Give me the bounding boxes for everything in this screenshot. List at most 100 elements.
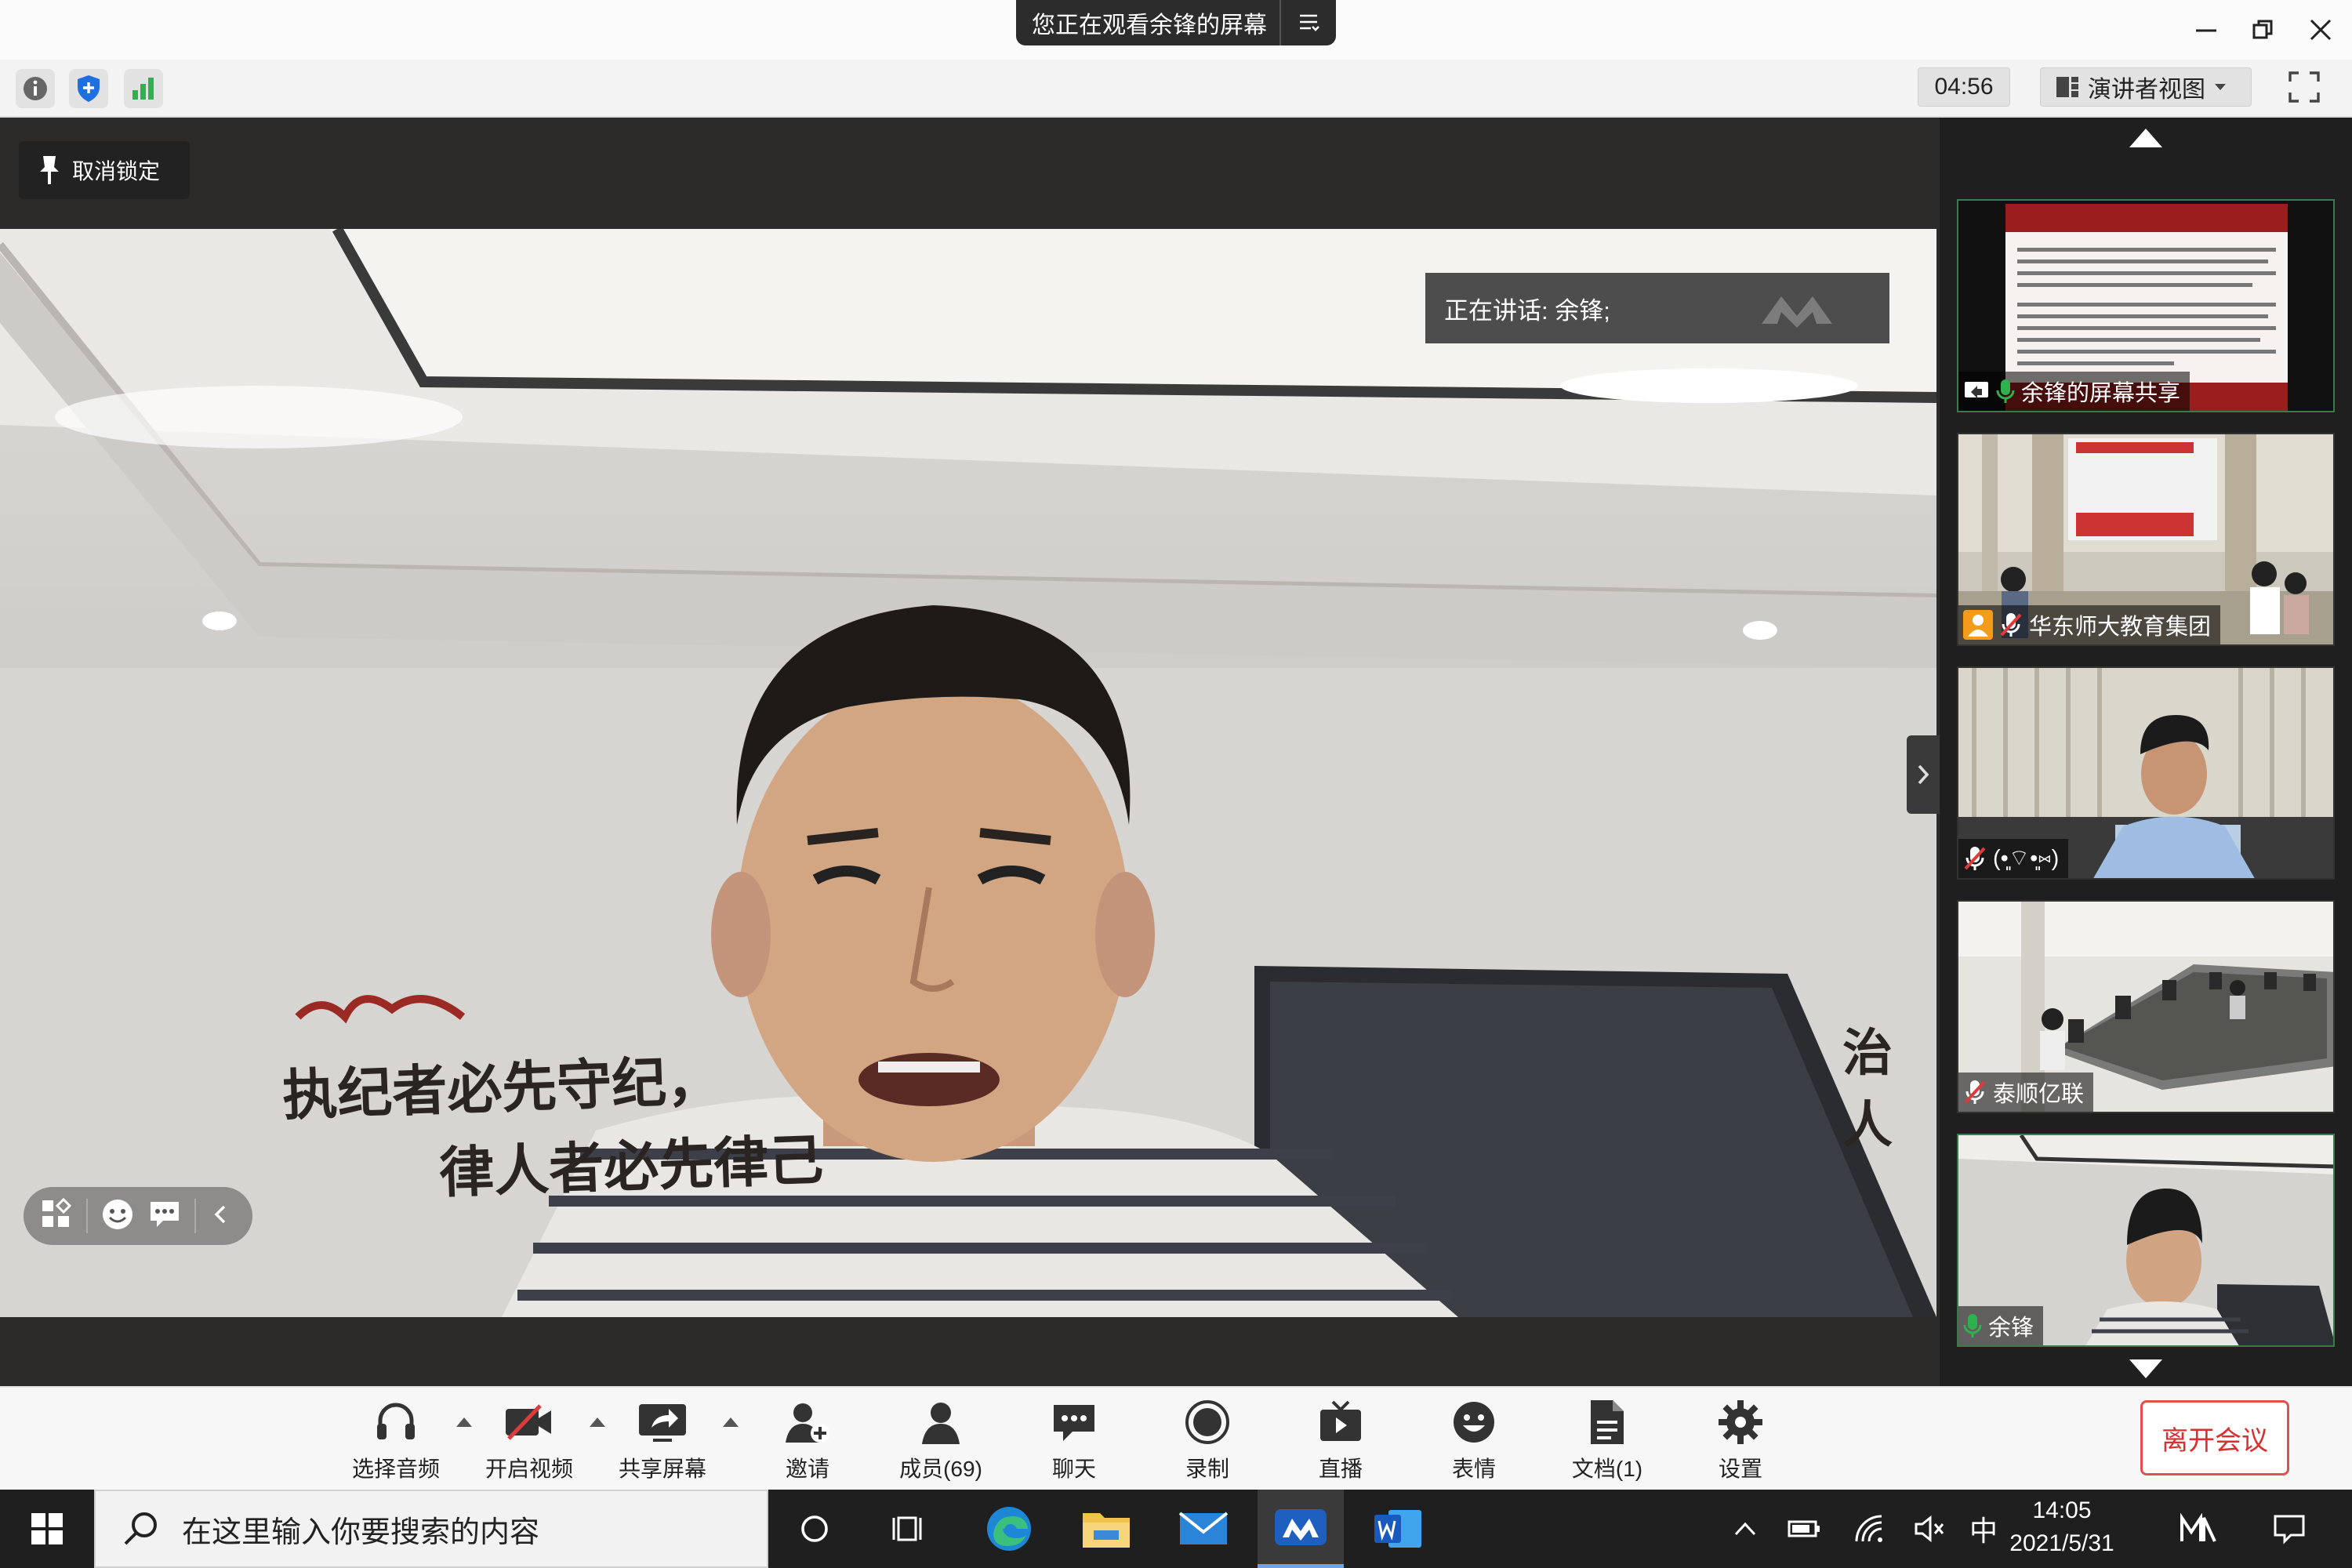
participant-tile[interactable]: 余锋 bbox=[1957, 1134, 2335, 1347]
tile-name: 余锋 bbox=[1988, 1316, 2034, 1341]
tile-name: 余锋的屏幕共享 bbox=[2021, 381, 2181, 406]
reaction-button[interactable] bbox=[100, 1197, 135, 1236]
leave-meeting-button[interactable]: 离开会议 bbox=[2140, 1400, 2289, 1475]
video-button[interactable]: 开启视频 bbox=[470, 1397, 588, 1483]
host-badge-icon bbox=[1963, 610, 1993, 640]
show-hidden-icons-button[interactable] bbox=[1722, 1490, 1769, 1568]
action-center-button[interactable] bbox=[2258, 1490, 2321, 1568]
layout-button[interactable] bbox=[39, 1197, 74, 1236]
audio-button[interactable]: 选择音频 bbox=[337, 1397, 455, 1483]
reactions-button[interactable]: 表情 bbox=[1415, 1397, 1533, 1483]
input-method-indicator[interactable]: 中 bbox=[1962, 1490, 2005, 1568]
participant-tile[interactable]: 泰顺亿联 bbox=[1957, 900, 2335, 1113]
document-icon bbox=[1591, 1400, 1624, 1444]
taskbar-tray-app[interactable] bbox=[2172, 1490, 2227, 1568]
triangle-up-icon bbox=[2129, 129, 2162, 147]
members-button[interactable]: 成员(69) bbox=[882, 1397, 1000, 1483]
taskbar-clock[interactable]: 14:05 2021/5/31 bbox=[2007, 1494, 2117, 1565]
fullscreen-button[interactable] bbox=[2286, 69, 2322, 105]
microphone-on-icon bbox=[1996, 379, 2015, 403]
network-indicator[interactable] bbox=[1847, 1490, 1894, 1568]
chevron-down-icon bbox=[2215, 84, 2226, 90]
scroll-down-button[interactable] bbox=[2126, 1358, 2165, 1381]
clock-date: 2021/5/31 bbox=[2009, 1530, 2114, 1556]
headset-icon bbox=[377, 1403, 415, 1439]
participant-tile-screen-share[interactable]: 余锋的屏幕共享 bbox=[1957, 199, 2335, 412]
live-label: 直播 bbox=[1318, 1457, 1363, 1481]
search-icon bbox=[124, 1512, 157, 1545]
restore-button[interactable] bbox=[2239, 8, 2286, 52]
divider bbox=[194, 1199, 196, 1233]
share-screen-label: 共享屏幕 bbox=[618, 1457, 706, 1481]
settings-button[interactable]: 设置 bbox=[1682, 1397, 1799, 1483]
invite-icon bbox=[786, 1403, 829, 1443]
participant-tile[interactable]: (•͈⌔•͈⑅) bbox=[1957, 666, 2335, 880]
chat-button[interactable]: 聊天 bbox=[1015, 1397, 1133, 1483]
camera-off-icon bbox=[506, 1404, 551, 1440]
task-view-icon bbox=[892, 1516, 922, 1541]
toggle-sidebar-button[interactable] bbox=[1907, 735, 1940, 814]
info-icon bbox=[24, 77, 47, 100]
screen-share-banner[interactable]: 您正在观看余锋的屏幕 bbox=[1016, 0, 1336, 45]
record-icon bbox=[1185, 1400, 1229, 1444]
cortana-icon bbox=[801, 1515, 828, 1542]
start-button[interactable] bbox=[0, 1490, 94, 1568]
windows-logo-icon bbox=[31, 1513, 63, 1544]
task-view-button[interactable] bbox=[866, 1490, 952, 1568]
info-button[interactable] bbox=[16, 69, 55, 108]
taskbar-word[interactable] bbox=[1355, 1490, 1441, 1568]
security-button[interactable] bbox=[69, 69, 108, 108]
live-stream-button[interactable]: 直播 bbox=[1282, 1397, 1399, 1483]
taskbar-edge[interactable] bbox=[966, 1490, 1052, 1568]
taskbar-meeting-app[interactable] bbox=[1258, 1490, 1344, 1568]
record-button[interactable]: 录制 bbox=[1149, 1397, 1266, 1483]
share-screen-button[interactable]: 共享屏幕 bbox=[604, 1397, 721, 1483]
scroll-up-button[interactable] bbox=[2126, 125, 2165, 149]
taskbar-search-box[interactable]: 在这里输入你要搜索的内容 bbox=[94, 1490, 768, 1568]
taskbar-file-explorer[interactable] bbox=[1063, 1490, 1149, 1568]
active-speaker-video: 执纪者必先守纪， 律人者必先律己 治人 bbox=[0, 229, 1936, 1317]
unpin-label: 取消锁定 bbox=[72, 159, 161, 183]
battery-indicator[interactable] bbox=[1781, 1490, 1828, 1568]
documents-button[interactable]: 文档(1) bbox=[1548, 1397, 1666, 1483]
danmaku-button[interactable] bbox=[147, 1197, 182, 1236]
battery-icon bbox=[1788, 1520, 1820, 1537]
microphone-muted-icon bbox=[1964, 847, 1986, 870]
tile-label-bar: 华东师大教育集团 bbox=[1958, 605, 2221, 644]
view-selector[interactable]: 演讲者视图 bbox=[2040, 67, 2252, 107]
close-button[interactable] bbox=[2297, 8, 2344, 52]
volume-indicator[interactable] bbox=[1907, 1490, 1954, 1568]
cortana-button[interactable] bbox=[771, 1490, 858, 1568]
network-status-button[interactable] bbox=[124, 69, 163, 108]
members-icon bbox=[922, 1403, 960, 1444]
reaction-toolbar bbox=[24, 1187, 252, 1245]
taskbar-mail[interactable] bbox=[1160, 1490, 1247, 1568]
chat-bubble-icon bbox=[151, 1201, 179, 1227]
participant-tile[interactable]: 华东师大教育集团 bbox=[1957, 433, 2335, 646]
divider bbox=[86, 1199, 88, 1233]
collapse-toolbar-button[interactable] bbox=[209, 1197, 232, 1236]
share-options-button[interactable] bbox=[721, 1416, 740, 1432]
chevron-up-icon bbox=[1734, 1522, 1756, 1536]
tile-name: 泰顺亿联 bbox=[1993, 1082, 2085, 1107]
share-menu-icon[interactable] bbox=[1279, 0, 1336, 45]
emoji-icon bbox=[103, 1199, 132, 1229]
speaking-indicator: 正在讲话: 余锋; bbox=[1425, 273, 1889, 343]
emoji-icon bbox=[1454, 1402, 1494, 1443]
wall-slogan-right: 治人 bbox=[1842, 1024, 1893, 1155]
speaking-label: 正在讲话: 余锋; bbox=[1444, 296, 1610, 325]
tile-label-bar: 余锋的屏幕共享 bbox=[1958, 372, 2190, 411]
meeting-timer: 04:56 bbox=[1918, 67, 2010, 107]
reactions-label: 表情 bbox=[1451, 1457, 1496, 1481]
record-label: 录制 bbox=[1185, 1457, 1229, 1481]
signal-icon bbox=[132, 78, 154, 100]
invite-button[interactable]: 邀请 bbox=[749, 1397, 866, 1483]
microphone-on-icon bbox=[1963, 1314, 1982, 1338]
wall-slogan-line2: 律人者必先律己 bbox=[437, 1127, 825, 1206]
live-icon bbox=[1320, 1400, 1361, 1441]
unpin-button[interactable]: 取消锁定 bbox=[19, 141, 190, 199]
triangle-down-icon bbox=[2129, 1359, 2162, 1378]
tile-name: 华东师大教育集团 bbox=[2029, 615, 2212, 640]
share-banner-text: 您正在观看余锋的屏幕 bbox=[1032, 13, 1267, 38]
minimize-button[interactable] bbox=[2183, 8, 2230, 52]
